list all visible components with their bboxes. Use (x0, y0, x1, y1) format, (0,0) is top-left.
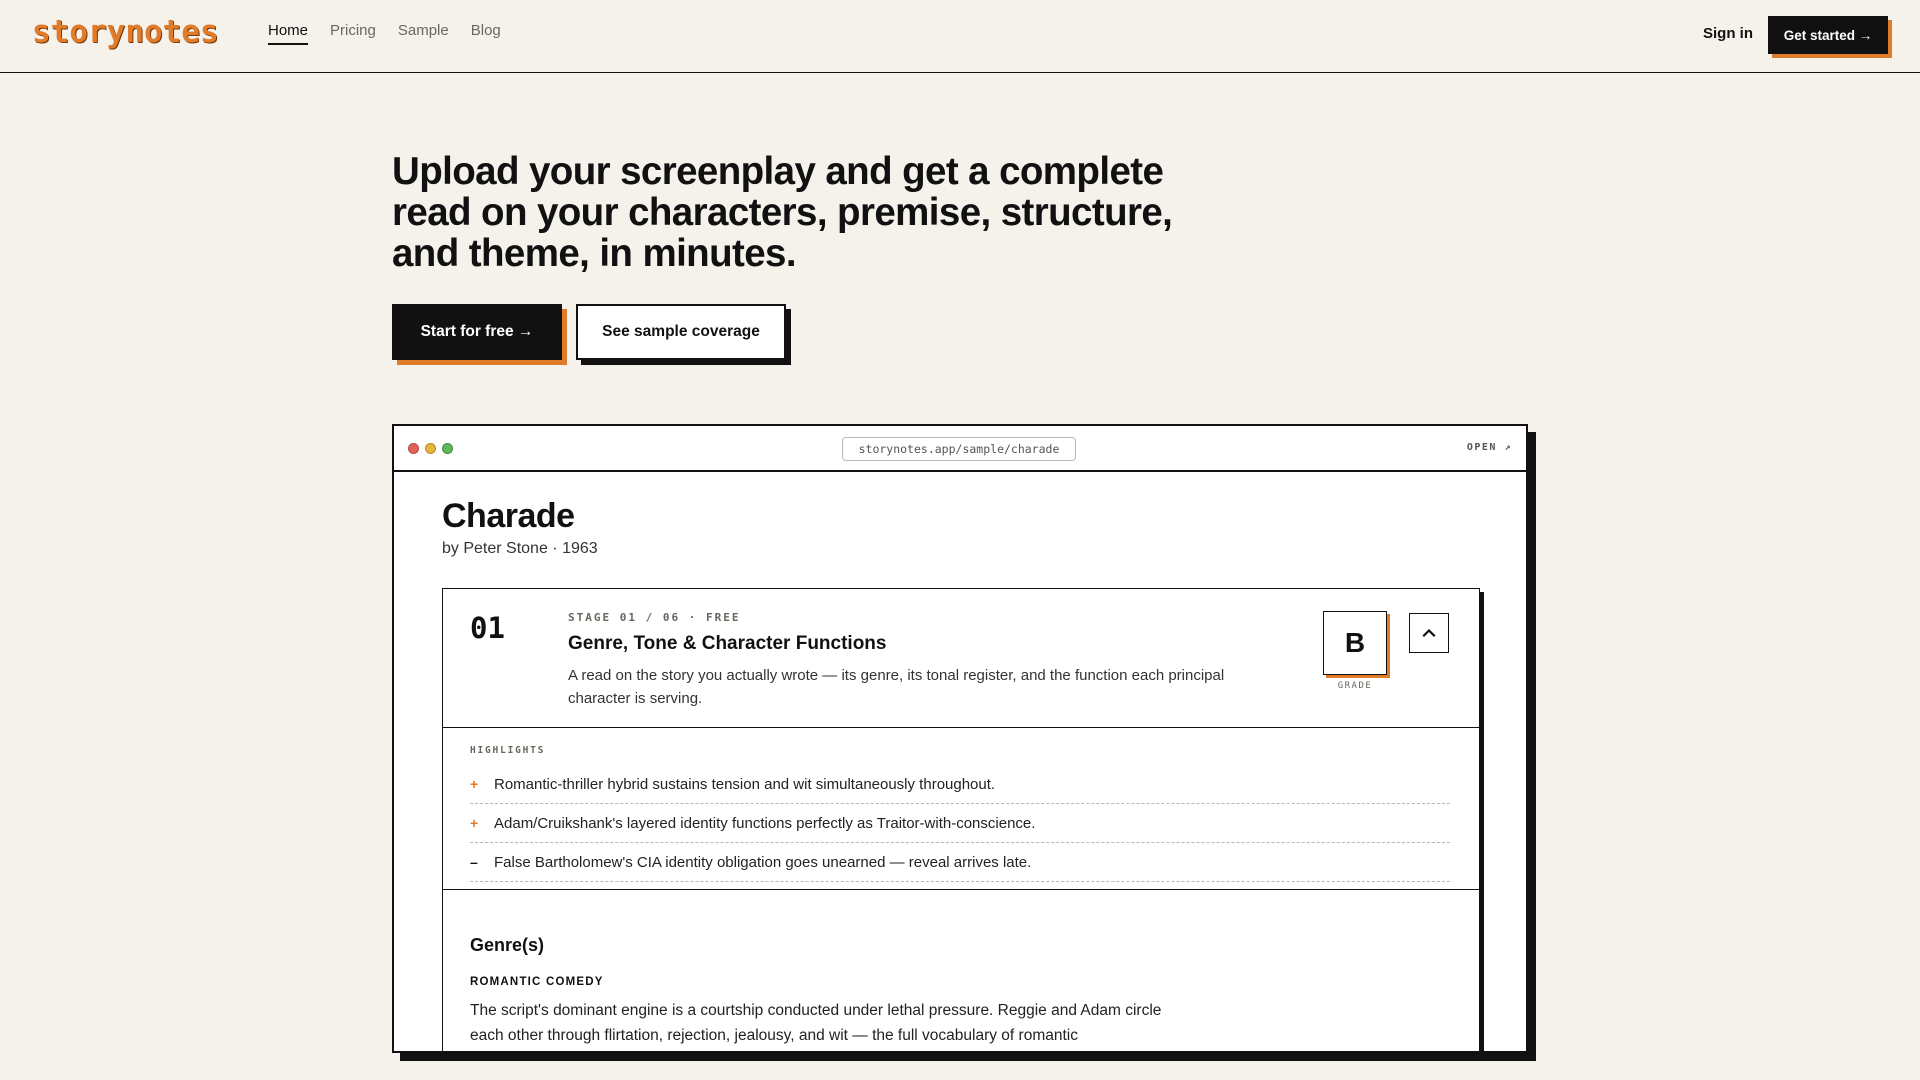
section-heading: Genre(s) (470, 935, 545, 955)
nav-link-sample[interactable]: Sample (398, 22, 449, 45)
highlights-list: + Romantic-thriller hybrid sustains tens… (470, 765, 1450, 882)
stage-title: Genre, Tone & Character Functions (568, 633, 887, 654)
stage-number: 01 (470, 611, 505, 645)
grade-badge: B (1323, 611, 1387, 675)
highlights-label: HIGHLIGHTS (470, 745, 546, 756)
grade-label: GRADE (1337, 681, 1373, 691)
list-item: + Adam/Cruikshank's layered identity fun… (470, 804, 1450, 843)
stage-card: 01 STAGE 01 / 06 · FREE Genre, Tone & Ch… (442, 588, 1480, 1051)
sign-in-link[interactable]: Sign in (1703, 25, 1753, 42)
nav-links: Home Pricing Sample Blog (268, 22, 523, 45)
see-sample-coverage-button[interactable]: See sample coverage (576, 304, 786, 360)
section-body: The script's dominant engine is a courts… (470, 1002, 1162, 1044)
start-for-free-button[interactable]: Start for free → (392, 304, 562, 360)
hero-title: Upload your screenplay and get a complet… (392, 150, 1173, 275)
nav-link-blog[interactable]: Blog (471, 22, 501, 45)
sample-preview-window: storynotes.app/sample/charade OPEN ↗ Cha… (392, 424, 1528, 1053)
section-subheading: ROMANTIC COMEDY (470, 976, 604, 988)
stage-meta: STAGE 01 / 06 · FREE (568, 611, 741, 624)
nav-link-home[interactable]: Home (268, 22, 309, 45)
script-title: Charade (442, 497, 575, 535)
minimize-dot-icon (425, 443, 436, 454)
minus-icon: – (470, 854, 478, 870)
highlight-text: False Bartholomew's CIA identity obligat… (494, 853, 1032, 871)
logo[interactable]: storynotes (32, 14, 219, 50)
top-nav: storynotes Home Pricing Sample Blog Sign… (0, 0, 1920, 73)
plus-icon: + (470, 815, 479, 831)
chevron-up-icon (1422, 628, 1436, 638)
plus-icon: + (470, 776, 479, 792)
collapse-button[interactable] (1409, 613, 1449, 653)
maximize-dot-icon (442, 443, 453, 454)
close-dot-icon (408, 443, 419, 454)
highlight-text: Romantic-thriller hybrid sustains tensio… (494, 775, 996, 793)
nav-link-pricing[interactable]: Pricing (330, 22, 376, 45)
url-bar: storynotes.app/sample/charade (842, 437, 1076, 461)
card-divider (443, 889, 1479, 890)
card-divider (443, 727, 1479, 728)
highlight-text: Adam/Cruikshank's layered identity funct… (494, 814, 1036, 832)
get-started-button[interactable]: Get started → (1768, 16, 1888, 54)
open-link[interactable]: OPEN ↗ (1467, 442, 1512, 453)
list-item: + Romantic-thriller hybrid sustains tens… (470, 765, 1450, 804)
window-chrome: storynotes.app/sample/charade OPEN ↗ (394, 426, 1526, 472)
stage-description: A read on the story you actually wrote —… (568, 667, 1225, 707)
list-item: – False Bartholomew's CIA identity oblig… (470, 843, 1450, 882)
script-byline: by Peter Stone · 1963 (442, 540, 598, 557)
